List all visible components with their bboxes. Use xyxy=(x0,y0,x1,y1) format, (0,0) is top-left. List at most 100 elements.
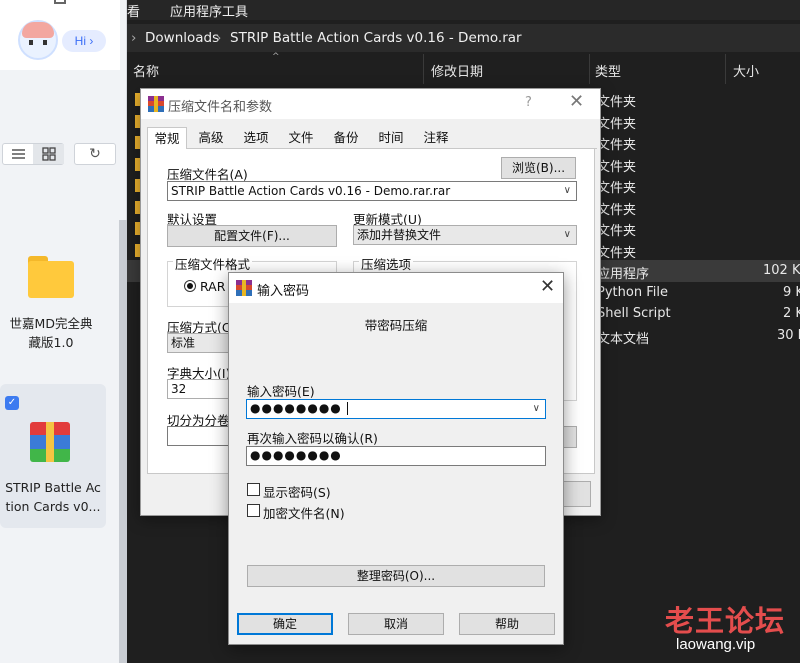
maximize-icon[interactable] xyxy=(54,0,66,4)
col-size[interactable]: 大小 xyxy=(733,61,759,80)
row-size: 2 K xyxy=(783,306,800,321)
password-dialog: 输入密码 ✕ 带密码压缩 输入密码(E) ●●●●●●●● ∨ 再次输入密码以确… xyxy=(228,272,564,645)
password-subtitle: 带密码压缩 xyxy=(364,318,428,333)
window-controls: ✕ xyxy=(48,0,118,6)
confirm-password-value: ●●●●●●●● xyxy=(250,448,342,462)
password-titlebar[interactable]: 输入密码 ✕ xyxy=(229,273,563,303)
text-caret xyxy=(346,402,348,415)
breadcrumb-downloads[interactable]: Downloads xyxy=(145,24,219,52)
menu-app-tools[interactable]: 应用程序工具 xyxy=(170,1,248,20)
selection-checkbox[interactable]: ✓ xyxy=(5,396,19,410)
chevron-right-icon: › xyxy=(89,34,94,48)
row-type: 应用程序 xyxy=(597,267,650,282)
chevron-down-icon: ∨ xyxy=(563,229,571,240)
folder-label[interactable]: 世嘉MD完全典 藏版1.0 xyxy=(0,314,102,352)
refresh-button[interactable]: ↻ xyxy=(74,143,116,165)
file-label[interactable]: STRIP Battle Ac tion Cards v0... xyxy=(0,478,106,516)
profiles-button[interactable]: 配置文件(F)... xyxy=(167,225,337,247)
cancel-button[interactable]: 取消 xyxy=(348,613,444,635)
breadcrumb-archive[interactable]: STRIP Battle Action Cards v0.16 - Demo.r… xyxy=(230,24,522,52)
col-type[interactable]: 类型 xyxy=(595,61,621,80)
row-type: 文本文档 xyxy=(597,331,650,347)
list-view-button[interactable] xyxy=(3,144,34,164)
col-modified[interactable]: 修改日期 xyxy=(431,61,483,80)
row-type: Python File xyxy=(597,284,668,300)
rar-radio[interactable] xyxy=(184,280,196,292)
update-mode-select[interactable]: 添加并替换文件 ∨ xyxy=(353,225,577,245)
greeting-bubble[interactable]: Hi › xyxy=(62,30,106,52)
greeting-text: Hi xyxy=(74,34,86,48)
options-group-label: 压缩选项 xyxy=(359,254,414,273)
menu-view[interactable]: 看 xyxy=(127,1,140,20)
organize-passwords-button[interactable]: 整理密码(O)... xyxy=(247,565,545,587)
watermark-url: laowang.vip xyxy=(676,636,756,653)
dialog-title: 压缩文件名和参数 xyxy=(168,100,273,115)
show-password-checkbox[interactable] xyxy=(247,483,260,496)
side-scrollbar[interactable] xyxy=(119,220,127,663)
archive-name-value: STRIP Battle Action Cards v0.16 - Demo.r… xyxy=(171,184,451,198)
close-icon[interactable]: ✕ xyxy=(540,276,555,297)
assistant-mascot[interactable]: Hi › xyxy=(18,20,108,60)
password-value: ●●●●●●●● xyxy=(250,401,342,415)
tab-general[interactable]: 常规 xyxy=(147,127,187,150)
mascot-hair xyxy=(22,22,54,38)
folder-label-line2: 藏版1.0 xyxy=(28,335,74,350)
breadcrumb-sep-icon: › xyxy=(216,30,222,46)
col-divider[interactable] xyxy=(423,54,424,84)
encrypt-names-checkbox[interactable] xyxy=(247,504,260,517)
col-divider[interactable] xyxy=(725,54,726,84)
update-mode-value: 添加并替换文件 xyxy=(357,228,442,242)
winrar-icon xyxy=(236,280,252,296)
confirm-password-field[interactable]: ●●●●●●●● xyxy=(246,446,546,466)
show-password-label: 显示密码(S) xyxy=(263,485,331,500)
password-field[interactable]: ●●●●●●●● ∨ xyxy=(246,399,546,419)
help-button[interactable]: 帮助 xyxy=(459,613,555,635)
winrar-icon xyxy=(148,96,164,112)
column-header: 名称 ^ 修改日期 类型 大小 xyxy=(127,52,800,84)
list-view-icon xyxy=(12,149,25,159)
password-dialog-title: 输入密码 xyxy=(257,284,310,299)
tab-time[interactable]: 时间 xyxy=(371,127,411,149)
format-group-label: 压缩文件格式 xyxy=(173,254,253,273)
method-value: 标准 xyxy=(171,336,196,350)
sort-up-icon: ^ xyxy=(272,52,280,62)
file-label-line2: tion Cards v0... xyxy=(5,499,101,514)
breadcrumb-sep-icon: › xyxy=(131,30,137,46)
col-name[interactable]: 名称 xyxy=(133,61,159,80)
grid-view-button[interactable] xyxy=(33,144,64,164)
folder-icon[interactable] xyxy=(28,256,74,298)
tab-backup[interactable]: 备份 xyxy=(326,127,366,149)
winrar-archive-icon[interactable] xyxy=(30,422,70,462)
dialog-tabs: 常规 高级 选项 文件 备份 时间 注释 xyxy=(147,127,597,150)
tab-files[interactable]: 文件 xyxy=(281,127,321,149)
row-type: 文件夹 xyxy=(597,245,637,261)
folder-body xyxy=(28,261,74,298)
dict-value: 32 xyxy=(171,382,187,396)
close-icon[interactable]: ✕ xyxy=(569,91,584,112)
rar-belt xyxy=(46,422,54,462)
row-type: 文件夹 xyxy=(597,95,637,110)
address-bar[interactable]: › Downloads › STRIP Battle Action Cards … xyxy=(127,24,800,52)
tab-options[interactable]: 选项 xyxy=(236,127,276,149)
refresh-icon: ↻ xyxy=(89,146,101,162)
row-type: 文件夹 xyxy=(597,202,637,218)
help-icon[interactable]: ? xyxy=(525,95,532,110)
row-type: 文件夹 xyxy=(597,116,637,132)
ok-button[interactable]: 确定 xyxy=(237,613,333,635)
row-type: 文件夹 xyxy=(597,181,637,196)
row-type: 文件夹 xyxy=(597,159,637,175)
archive-name-field[interactable]: STRIP Battle Action Cards v0.16 - Demo.r… xyxy=(167,181,577,201)
tab-advanced[interactable]: 高级 xyxy=(191,127,231,149)
encrypt-names-label: 加密文件名(N) xyxy=(263,506,345,521)
grid-view-icon xyxy=(42,147,56,161)
chevron-down-icon[interactable]: ∨ xyxy=(533,400,540,417)
row-size: 9 K xyxy=(783,284,800,300)
confirm-password-label: 再次输入密码以确认(R) xyxy=(247,431,378,446)
dialog-titlebar[interactable]: 压缩文件名和参数 ? ✕ xyxy=(141,89,600,119)
tab-comment[interactable]: 注释 xyxy=(416,127,456,149)
browse-button[interactable]: 浏览(B)... xyxy=(501,157,576,179)
col-divider[interactable] xyxy=(589,54,590,84)
chevron-down-icon[interactable]: ∨ xyxy=(564,182,571,200)
watermark-title: 老王论坛 xyxy=(665,604,786,638)
enter-password-label: 输入密码(E) xyxy=(247,384,315,399)
